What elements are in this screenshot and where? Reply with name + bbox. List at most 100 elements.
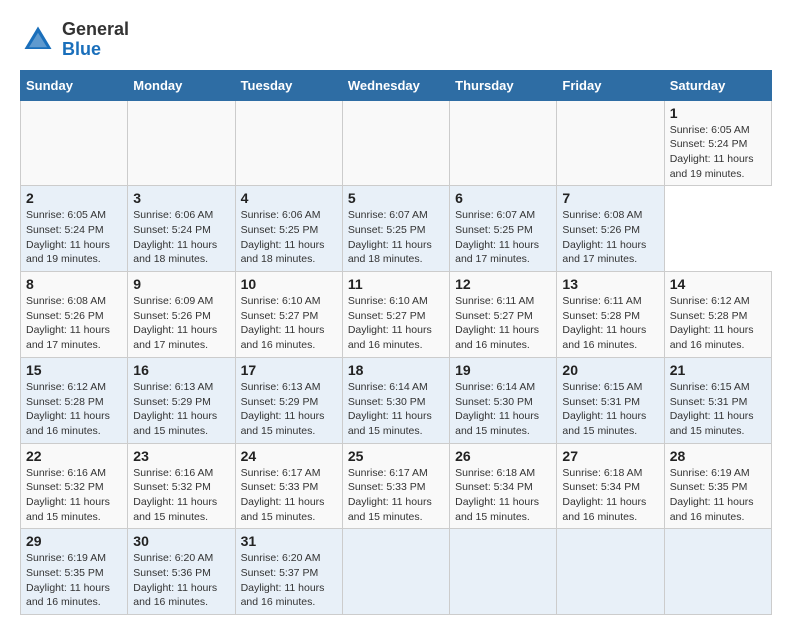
day-number: 18 [348,362,444,378]
day-info: Sunrise: 6:19 AMSunset: 5:35 PMDaylight:… [670,466,766,525]
day-number: 23 [133,448,229,464]
calendar-cell: 13 Sunrise: 6:11 AMSunset: 5:28 PMDayligh… [557,272,664,358]
day-number: 17 [241,362,337,378]
calendar-cell: 14 Sunrise: 6:12 AMSunset: 5:28 PMDayligh… [664,272,771,358]
calendar-week-row: 8 Sunrise: 6:08 AMSunset: 5:26 PMDaylight… [21,272,772,358]
calendar-cell: 24Sunrise: 6:17 AMSunset: 5:33 PMDayligh… [235,443,342,529]
col-header-monday: Monday [128,70,235,100]
day-number: 2 [26,190,122,206]
page-header: General Blue [20,20,772,60]
day-info: Sunrise: 6:06 AMSunset: 5:24 PMDaylight:… [133,208,229,267]
day-info: Sunrise: 6:20 AMSunset: 5:36 PMDaylight:… [133,551,229,610]
day-info: Sunrise: 6:05 AMSunset: 5:24 PMDaylight:… [26,208,122,267]
day-info: Sunrise: 6:05 AMSunset: 5:24 PMDaylight:… [670,123,766,182]
calendar-cell [342,529,449,615]
day-number: 3 [133,190,229,206]
calendar-cell: 11 Sunrise: 6:10 AMSunset: 5:27 PMDayligh… [342,272,449,358]
calendar-cell: 1 Sunrise: 6:05 AMSunset: 5:24 PMDaylight… [664,100,771,186]
day-info: Sunrise: 6:12 AMSunset: 5:28 PMDaylight:… [26,380,122,439]
calendar-cell [235,100,342,186]
day-info: Sunrise: 6:11 AMSunset: 5:27 PMDaylight:… [455,294,551,353]
day-info: Sunrise: 6:17 AMSunset: 5:33 PMDaylight:… [348,466,444,525]
day-number: 7 [562,190,658,206]
day-number: 6 [455,190,551,206]
day-number: 25 [348,448,444,464]
col-header-sunday: Sunday [21,70,128,100]
day-info: Sunrise: 6:08 AMSunset: 5:26 PMDaylight:… [562,208,658,267]
day-info: Sunrise: 6:10 AMSunset: 5:27 PMDaylight:… [348,294,444,353]
calendar-cell: 2 Sunrise: 6:05 AMSunset: 5:24 PMDaylight… [21,186,128,272]
calendar-cell [664,529,771,615]
calendar-cell: 18 Sunrise: 6:14 AMSunset: 5:30 PMDayligh… [342,357,449,443]
day-number: 15 [26,362,122,378]
day-info: Sunrise: 6:15 AMSunset: 5:31 PMDaylight:… [562,380,658,439]
calendar-cell: 29 Sunrise: 6:19 AMSunset: 5:35 PMDayligh… [21,529,128,615]
day-number: 5 [348,190,444,206]
day-number: 13 [562,276,658,292]
calendar-cell: 4Sunrise: 6:06 AMSunset: 5:25 PMDaylight… [235,186,342,272]
day-info: Sunrise: 6:14 AMSunset: 5:30 PMDaylight:… [455,380,551,439]
day-number: 29 [26,533,122,549]
day-number: 19 [455,362,551,378]
calendar-cell: 26Sunrise: 6:18 AMSunset: 5:34 PMDayligh… [450,443,557,529]
calendar-cell: 3 Sunrise: 6:06 AMSunset: 5:24 PMDaylight… [128,186,235,272]
day-number: 14 [670,276,766,292]
day-info: Sunrise: 6:18 AMSunset: 5:34 PMDaylight:… [562,466,658,525]
calendar-week-row: 29 Sunrise: 6:19 AMSunset: 5:35 PMDayligh… [21,529,772,615]
day-number: 28 [670,448,766,464]
day-info: Sunrise: 6:12 AMSunset: 5:28 PMDaylight:… [670,294,766,353]
day-number: 1 [670,105,766,121]
day-info: Sunrise: 6:14 AMSunset: 5:30 PMDaylight:… [348,380,444,439]
day-number: 27 [562,448,658,464]
day-info: Sunrise: 6:20 AMSunset: 5:37 PMDaylight:… [241,551,337,610]
calendar-cell: 8 Sunrise: 6:08 AMSunset: 5:26 PMDaylight… [21,272,128,358]
calendar-table: SundayMondayTuesdayWednesdayThursdayFrid… [20,70,772,616]
calendar-cell: 23 Sunrise: 6:16 AMSunset: 5:32 PMDayligh… [128,443,235,529]
day-info: Sunrise: 6:11 AMSunset: 5:28 PMDaylight:… [562,294,658,353]
logo: General Blue [20,20,129,60]
day-number: 21 [670,362,766,378]
day-info: Sunrise: 6:07 AMSunset: 5:25 PMDaylight:… [455,208,551,267]
day-number: 9 [133,276,229,292]
calendar-cell [450,529,557,615]
calendar-cell: 9Sunrise: 6:09 AMSunset: 5:26 PMDaylight… [128,272,235,358]
day-info: Sunrise: 6:17 AMSunset: 5:33 PMDaylight:… [241,466,337,525]
col-header-saturday: Saturday [664,70,771,100]
day-number: 11 [348,276,444,292]
day-number: 31 [241,533,337,549]
day-number: 20 [562,362,658,378]
day-number: 30 [133,533,229,549]
col-header-friday: Friday [557,70,664,100]
day-info: Sunrise: 6:19 AMSunset: 5:35 PMDaylight:… [26,551,122,610]
calendar-week-row: 2 Sunrise: 6:05 AMSunset: 5:24 PMDaylight… [21,186,772,272]
calendar-cell: 6 Sunrise: 6:07 AMSunset: 5:25 PMDaylight… [450,186,557,272]
day-info: Sunrise: 6:08 AMSunset: 5:26 PMDaylight:… [26,294,122,353]
day-info: Sunrise: 6:16 AMSunset: 5:32 PMDaylight:… [133,466,229,525]
day-number: 16 [133,362,229,378]
calendar-week-row: 1 Sunrise: 6:05 AMSunset: 5:24 PMDaylight… [21,100,772,186]
calendar-cell [21,100,128,186]
calendar-cell [128,100,235,186]
col-header-thursday: Thursday [450,70,557,100]
calendar-cell: 12Sunrise: 6:11 AMSunset: 5:27 PMDayligh… [450,272,557,358]
calendar-cell: 5Sunrise: 6:07 AMSunset: 5:25 PMDaylight… [342,186,449,272]
logo-icon [20,22,56,58]
day-number: 8 [26,276,122,292]
calendar-week-row: 22 Sunrise: 6:16 AMSunset: 5:32 PMDayligh… [21,443,772,529]
day-info: Sunrise: 6:06 AMSunset: 5:25 PMDaylight:… [241,208,337,267]
col-header-wednesday: Wednesday [342,70,449,100]
calendar-cell: 30 Sunrise: 6:20 AMSunset: 5:36 PMDayligh… [128,529,235,615]
calendar-cell: 7 Sunrise: 6:08 AMSunset: 5:26 PMDaylight… [557,186,664,272]
day-info: Sunrise: 6:10 AMSunset: 5:27 PMDaylight:… [241,294,337,353]
calendar-header-row: SundayMondayTuesdayWednesdayThursdayFrid… [21,70,772,100]
calendar-cell: 10Sunrise: 6:10 AMSunset: 5:27 PMDayligh… [235,272,342,358]
calendar-cell [342,100,449,186]
calendar-cell: 17Sunrise: 6:13 AMSunset: 5:29 PMDayligh… [235,357,342,443]
calendar-cell: 19 Sunrise: 6:14 AMSunset: 5:30 PMDayligh… [450,357,557,443]
calendar-cell: 31 Sunrise: 6:20 AMSunset: 5:37 PMDayligh… [235,529,342,615]
calendar-cell [557,100,664,186]
calendar-cell: 16Sunrise: 6:13 AMSunset: 5:29 PMDayligh… [128,357,235,443]
day-number: 22 [26,448,122,464]
calendar-cell: 15 Sunrise: 6:12 AMSunset: 5:28 PMDayligh… [21,357,128,443]
calendar-cell [450,100,557,186]
